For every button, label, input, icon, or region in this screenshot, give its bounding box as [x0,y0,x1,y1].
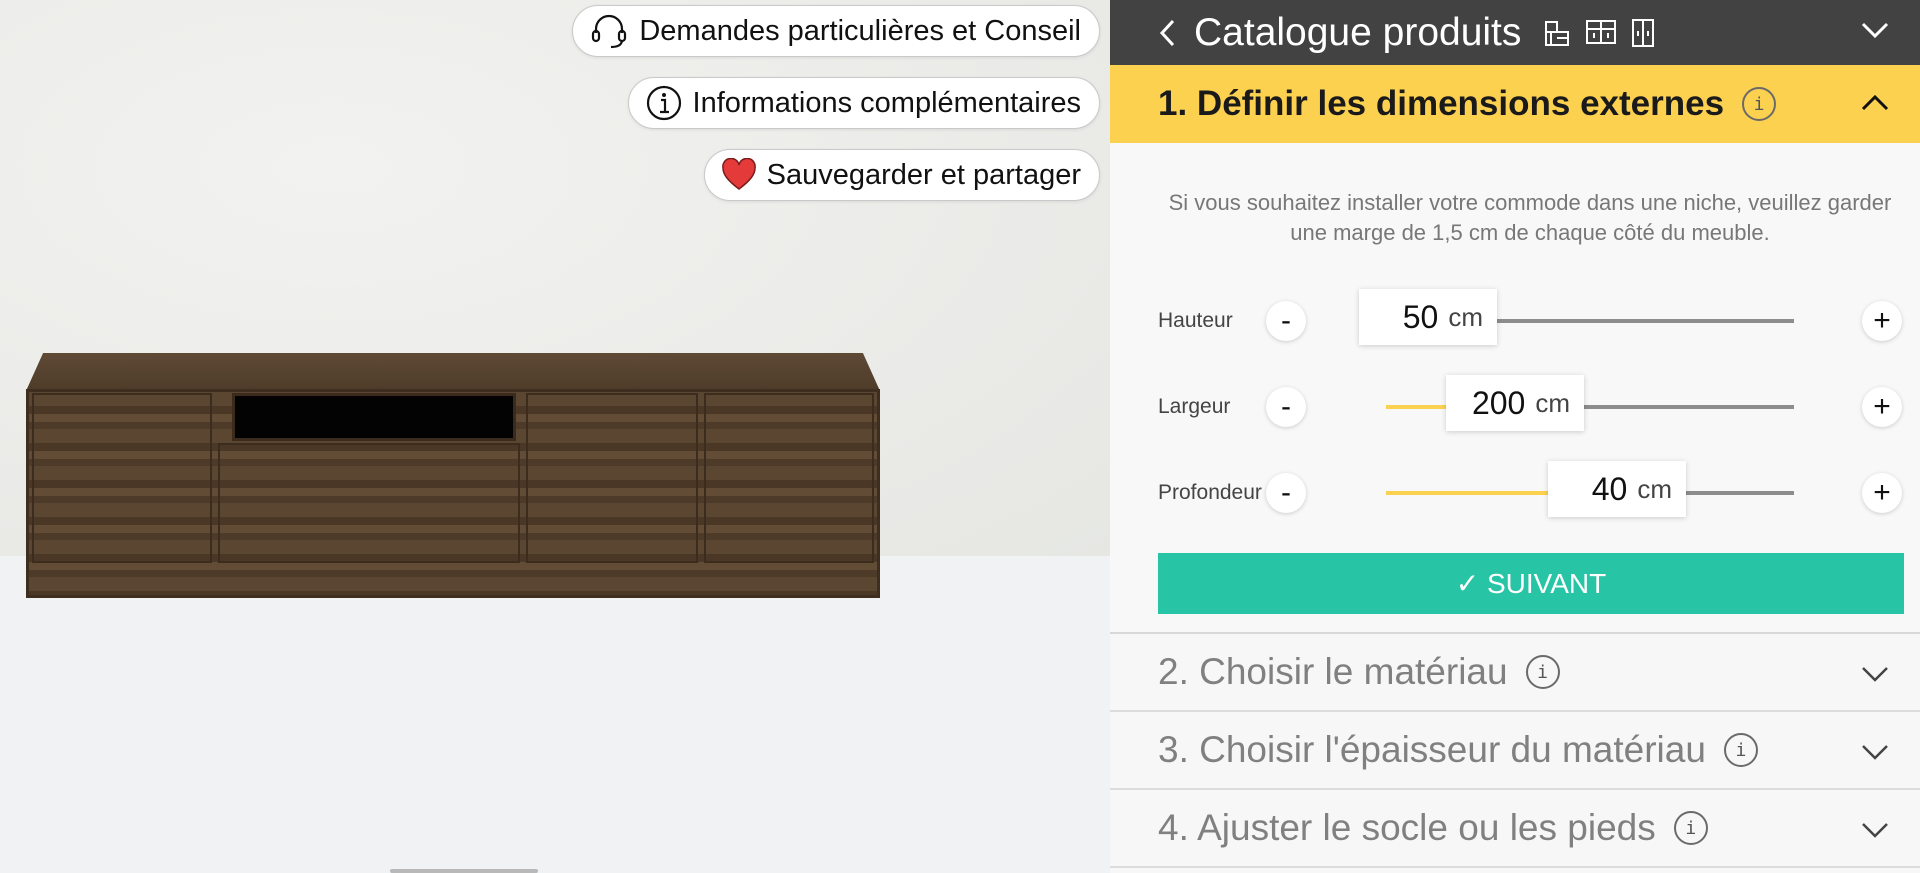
next-button[interactable]: ✓ SUIVANT [1158,553,1904,614]
step-3-header[interactable]: 3. Choisir l'épaisseur du matériau i [1110,712,1920,790]
sideboard-drawer [218,443,520,563]
tall-view-icon[interactable] [1631,18,1655,48]
chevron-down-icon[interactable] [1860,20,1890,40]
slider-fill [1386,491,1550,495]
catalogue-header[interactable]: Catalogue produits [1110,0,1920,65]
info-icon[interactable]: i [1723,733,1758,767]
chevron-left-icon[interactable] [1158,18,1176,48]
step-1-content: Si vous souhaitez installer votre commod… [1110,143,1920,634]
step-4-header[interactable]: 4. Ajuster le socle ou les pieds i [1110,790,1920,868]
scene-floor [0,556,1110,873]
chevron-down-icon[interactable] [1860,664,1890,684]
width-input[interactable]: 200 cm [1446,375,1584,431]
headset-icon [592,14,627,49]
viewer-scroll-handle[interactable] [390,869,538,873]
increase-button[interactable]: + [1862,387,1902,427]
dimension-unit: cm [1637,473,1672,504]
sideboard-door [526,393,698,563]
info-icon[interactable]: i [1742,87,1777,121]
sideboard-top [26,353,880,391]
sideboard-door [32,393,212,563]
sideboard-open-niche [232,393,516,441]
heart-icon [721,158,756,190]
advice-request-button[interactable]: Demandes particulières et Conseil [572,5,1100,57]
dimension-label: Profondeur [1158,481,1262,504]
product-3d-viewer[interactable]: Demandes particulières et Conseil Inform… [0,0,1110,873]
dimension-unit: cm [1448,301,1483,332]
dimension-row-height: Hauteur - 50 cm + [1158,289,1910,353]
sideboard-model [26,353,880,598]
dimension-row-width: Largeur - 200 cm + [1158,375,1910,439]
configurator-panel: Catalogue produits 1. Définir les dimens… [1110,0,1920,873]
advice-request-label: Demandes particulières et Conseil [639,14,1081,47]
doors-view-icon[interactable] [1585,18,1617,48]
save-share-label: Sauvegarder et partager [766,158,1081,191]
chevron-down-icon[interactable] [1860,742,1890,762]
front-view-icon[interactable] [1543,18,1571,48]
step-4-title: 4. Ajuster le socle ou les pieds [1158,807,1656,848]
increase-button[interactable]: + [1862,473,1902,513]
dimension-value: 200 [1471,384,1526,421]
height-input[interactable]: 50 cm [1359,289,1497,345]
step-1-title: 1. Définir les dimensions externes [1158,84,1725,123]
chevron-up-icon[interactable] [1860,93,1890,113]
catalogue-title: Catalogue produits [1194,10,1522,54]
decrease-button[interactable]: - [1266,387,1306,427]
decrease-button[interactable]: - [1266,473,1306,513]
chevron-down-icon[interactable] [1860,820,1890,840]
slider-fill [1386,405,1448,409]
info-icon[interactable]: i [1673,811,1708,845]
step-2-header[interactable]: 2. Choisir le matériau i [1110,634,1920,712]
view-mode-switcher [1543,18,1655,48]
dimension-label: Largeur [1158,395,1231,418]
more-info-button[interactable]: Informations complémentaires [627,77,1100,129]
dimension-value: 50 [1402,298,1439,335]
depth-input[interactable]: 40 cm [1548,461,1686,517]
increase-button[interactable]: + [1862,301,1902,341]
step-2-title: 2. Choisir le matériau [1158,651,1508,692]
dimension-row-depth: Profondeur - 40 cm + [1158,461,1910,525]
niche-hint-text: Si vous souhaitez installer votre commod… [1168,190,1892,245]
info-icon [646,85,681,121]
step-1-header[interactable]: 1. Définir les dimensions externes i [1110,65,1920,143]
dimension-label: Hauteur [1158,309,1233,332]
save-share-button[interactable]: Sauvegarder et partager [703,149,1100,201]
sideboard-door [704,393,874,563]
info-icon[interactable]: i [1525,655,1560,689]
step-3-title: 3. Choisir l'épaisseur du matériau [1158,729,1706,770]
more-info-label: Informations complémentaires [692,86,1081,119]
dimension-unit: cm [1535,387,1570,418]
dimension-value: 40 [1591,470,1628,507]
decrease-button[interactable]: - [1266,301,1306,341]
